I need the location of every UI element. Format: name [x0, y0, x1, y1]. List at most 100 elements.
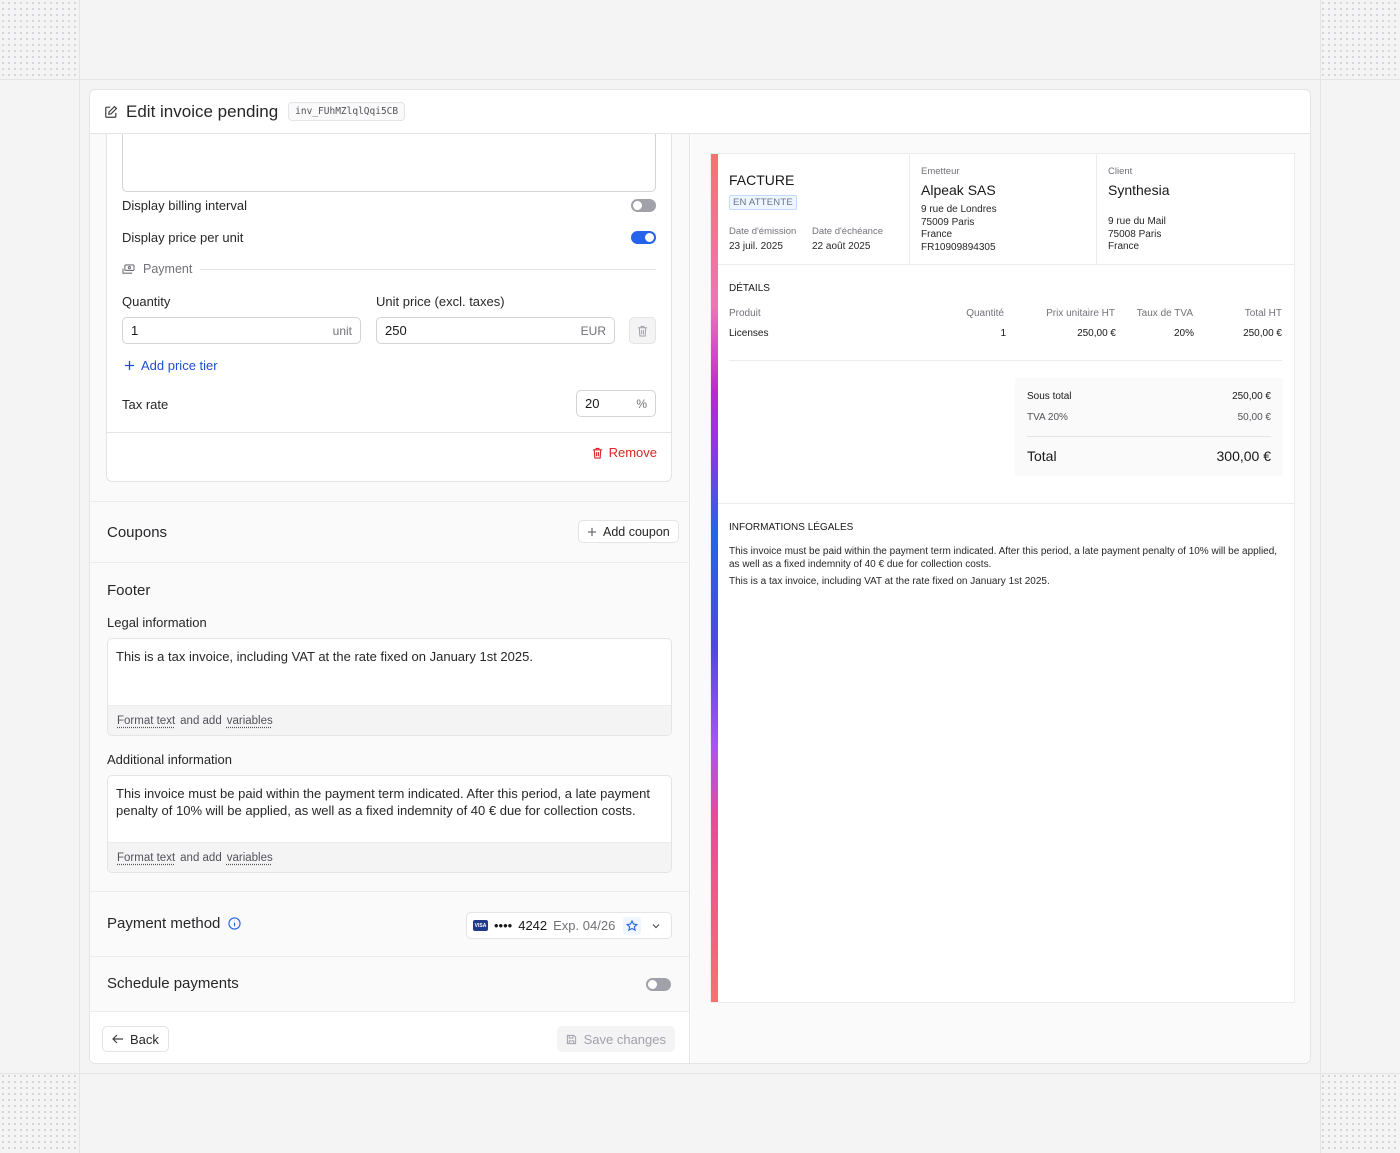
- currency-suffix: EUR: [580, 323, 606, 338]
- add-price-tier-label: Add price tier: [141, 358, 218, 373]
- add-price-tier-button[interactable]: Add price tier: [124, 358, 218, 373]
- coupons-title: Coupons: [107, 524, 168, 541]
- column-header: Taux de TVA: [1136, 308, 1193, 319]
- legal-info-label: Legal information: [107, 615, 207, 630]
- quantity-cell: 1: [1000, 328, 1006, 339]
- back-button[interactable]: Back: [102, 1026, 169, 1052]
- dot-pattern: [0, 1073, 80, 1153]
- payment-method-select[interactable]: VISA •••• 4242 Exp. 04/26: [466, 912, 672, 939]
- payment-method-heading: Payment method: [107, 915, 242, 932]
- schedule-payments-toggle[interactable]: [646, 978, 671, 991]
- dot-pattern: [0, 0, 80, 80]
- and-add-text: and add: [180, 851, 222, 864]
- chevron-down-icon: [652, 923, 660, 928]
- save-icon: [566, 1034, 576, 1044]
- status-badge: EN ATTENTE: [729, 195, 797, 210]
- footer-title: Footer: [107, 582, 151, 599]
- add-coupon-button[interactable]: Add coupon: [578, 520, 679, 543]
- trash-icon: [637, 325, 648, 337]
- legal-info-text: This is a tax invoice, including VAT at …: [116, 649, 533, 664]
- default-star-icon[interactable]: [623, 916, 641, 935]
- client-address-line: 75008 Paris: [1108, 228, 1162, 240]
- divider: [718, 503, 1294, 504]
- total-label: Total: [1027, 448, 1057, 464]
- total-cell: 250,00 €: [1243, 328, 1282, 339]
- unit-price-cell: 250,00 €: [1077, 328, 1116, 339]
- totals-box: Sous total 250,00 € TVA 20% 50,00 € Tota…: [1015, 378, 1283, 476]
- back-label: Back: [130, 1031, 159, 1047]
- variables-link[interactable]: variables: [227, 715, 273, 727]
- dot-pattern: [1320, 1073, 1400, 1153]
- billing-interval-label: Display billing interval: [122, 198, 247, 213]
- client-name: Synthesia: [1108, 182, 1170, 198]
- unit-price-input[interactable]: 250 EUR: [376, 317, 615, 344]
- action-bar: Back Save changes: [90, 1011, 689, 1063]
- invoice-document: FACTURE EN ATTENTE Date d'émission 23 ju…: [710, 153, 1295, 1003]
- invoice-meta: FACTURE EN ATTENTE Date d'émission 23 ju…: [718, 154, 910, 264]
- billing-interval-row: Display billing interval: [122, 198, 656, 213]
- description-textarea[interactable]: [122, 134, 656, 192]
- and-add-text: and add: [180, 714, 222, 727]
- dot-pattern: [1320, 0, 1400, 80]
- payment-section-label: Payment: [143, 262, 193, 276]
- tax-rate-input[interactable]: 20 %: [576, 390, 656, 417]
- info-icon[interactable]: [228, 917, 242, 930]
- details-table-header: Produit Quantité Prix unitaire HT Taux d…: [729, 308, 1282, 320]
- billing-interval-toggle[interactable]: [631, 199, 656, 212]
- save-changes-label: Save changes: [583, 1031, 666, 1047]
- frame-line: [0, 1073, 1400, 1074]
- price-per-unit-label: Display price per unit: [122, 230, 244, 245]
- divider: [1027, 436, 1271, 437]
- quantity-input[interactable]: 1 unit: [122, 317, 361, 344]
- divider: [729, 360, 1282, 361]
- client-address-line: 9 rue du Mail: [1108, 216, 1166, 227]
- additional-info-text: This invoice must be paid within the pay…: [116, 786, 650, 818]
- vat-label: TVA 20%: [1027, 412, 1068, 423]
- add-coupon-label: Add coupon: [603, 524, 670, 539]
- issuer-address-line: 9 rue de Londres: [921, 204, 997, 215]
- brand-stripe: [711, 154, 718, 1002]
- format-text-link[interactable]: Format text: [117, 852, 175, 864]
- frame-line: [1320, 0, 1321, 1153]
- divider: [90, 501, 689, 502]
- legal-info-title: INFORMATIONS LÉGALES: [729, 522, 854, 533]
- invoice-doc-title: FACTURE: [729, 172, 795, 188]
- schedule-payments-title: Schedule payments: [107, 975, 239, 992]
- delete-tier-button[interactable]: [629, 317, 656, 344]
- remove-item-button[interactable]: Remove: [592, 445, 657, 460]
- legal-info-textarea[interactable]: This is a tax invoice, including VAT at …: [107, 638, 672, 736]
- client-label: Client: [1108, 166, 1133, 177]
- invoice-id-badge[interactable]: inv_FUhMZlqlQqi5CB: [288, 102, 406, 121]
- save-changes-button[interactable]: Save changes: [556, 1026, 675, 1052]
- legal-line: This is a tax invoice, including VAT at …: [729, 576, 1050, 587]
- line-item-card: Display billing interval Display price p…: [106, 134, 672, 482]
- price-per-unit-toggle[interactable]: [631, 231, 656, 244]
- format-text-link[interactable]: Format text: [117, 715, 175, 727]
- divider: [90, 956, 689, 957]
- due-date-label: Date d'échéance: [812, 226, 884, 237]
- vat-value: 50,00 €: [1237, 412, 1271, 423]
- invoice-header: FACTURE EN ATTENTE Date d'émission 23 ju…: [718, 154, 1294, 265]
- card-dots: ••••: [494, 918, 513, 933]
- issuer-label: Emetteur: [921, 166, 960, 177]
- client-block: Client Synthesia 9 rue du Mail 75008 Par…: [1096, 154, 1294, 264]
- status-badge-wrap: EN ATTENTE: [729, 192, 797, 210]
- additional-info-textarea[interactable]: This invoice must be paid within the pay…: [107, 775, 672, 873]
- edit-form-panel: Display billing interval Display price p…: [90, 134, 690, 1063]
- visa-card-icon: VISA: [473, 920, 488, 931]
- variables-link[interactable]: variables: [227, 852, 273, 864]
- quantity-value: 1: [131, 323, 139, 338]
- frame-line: [0, 79, 1400, 80]
- price-per-unit-row: Display price per unit: [122, 230, 656, 245]
- page-title: Edit invoice pending: [126, 101, 279, 121]
- edit-invoice-card: Edit invoice pending inv_FUhMZlqlQqi5CB …: [89, 89, 1311, 1064]
- quantity-unit-suffix: unit: [332, 323, 352, 338]
- card-expiry: Exp. 04/26: [553, 918, 616, 933]
- column-header: Total HT: [1244, 308, 1282, 319]
- payment-method-title: Payment method: [107, 915, 221, 932]
- card-last4: 4242: [518, 918, 548, 933]
- divider: [90, 562, 689, 563]
- column-header: Quantité: [966, 308, 1004, 319]
- remove-label: Remove: [608, 445, 657, 460]
- tax-rate-label: Tax rate: [122, 397, 169, 412]
